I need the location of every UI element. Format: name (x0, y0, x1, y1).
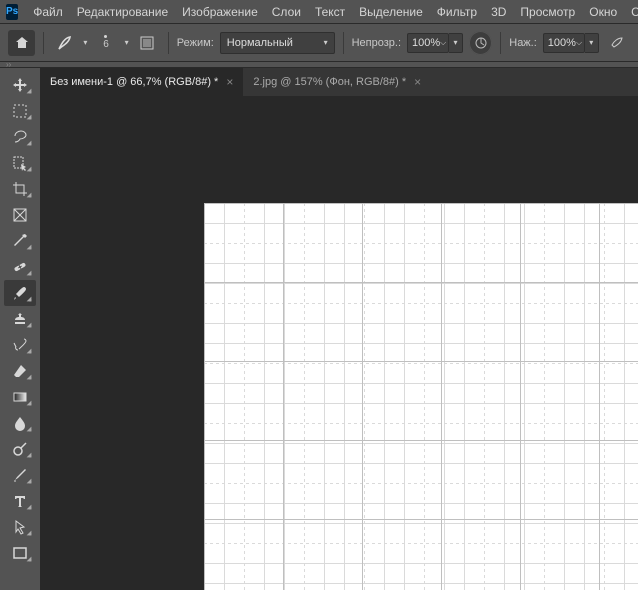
blend-mode-select[interactable]: Нормальный ▾ (220, 32, 335, 54)
tool-palette (0, 68, 40, 590)
brush-preset-picker[interactable]: 6 (93, 30, 118, 56)
grid-major (204, 203, 638, 590)
clone-stamp-tool[interactable] (4, 306, 36, 332)
pen-tool[interactable] (4, 462, 36, 488)
tab-label: 2.jpg @ 157% (Фон, RGB/8#) * (253, 76, 406, 88)
move-tool[interactable] (4, 72, 36, 98)
mode-label: Режим: (177, 37, 214, 49)
brush-size-label: 6 (103, 40, 109, 50)
menu-select[interactable]: Выделение (352, 0, 430, 24)
menu-view[interactable]: Просмотр (513, 0, 582, 24)
type-tool[interactable] (4, 488, 36, 514)
close-icon[interactable]: × (226, 75, 233, 89)
menu-3d[interactable]: 3D (484, 0, 513, 24)
flow-value: 100% (548, 37, 576, 49)
options-bar: ▾ 6 ▾ Режим: Нормальный ▾ Непрозр.: 100%… (0, 24, 638, 62)
separator (168, 32, 169, 54)
flow-input[interactable]: 100% ⌵ (543, 33, 585, 53)
document-tab-2[interactable]: 2.jpg @ 157% (Фон, RGB/8#) * × (243, 68, 431, 96)
chevron-down-icon: ⌵ (440, 38, 446, 48)
document-tab-strip: Без имени-1 @ 66,7% (RGB/8#) * × 2.jpg @… (40, 68, 638, 96)
separator (500, 32, 501, 54)
blur-tool[interactable] (4, 410, 36, 436)
menu-image[interactable]: Изображение (175, 0, 265, 24)
pressure-opacity-button[interactable] (469, 31, 492, 55)
app-badge: Ps (6, 4, 18, 20)
frame-tool[interactable] (4, 202, 36, 228)
menu-layers[interactable]: Слои (265, 0, 308, 24)
chevron-down-icon[interactable]: ▾ (83, 38, 87, 47)
menu-edit[interactable]: Редактирование (70, 0, 175, 24)
eraser-tool[interactable] (4, 358, 36, 384)
dodge-tool[interactable] (4, 436, 36, 462)
flow-label: Наж.: (509, 37, 537, 49)
separator (43, 32, 44, 54)
healing-brush-tool[interactable] (4, 254, 36, 280)
brush-tool[interactable] (4, 280, 36, 306)
home-button[interactable] (8, 30, 35, 56)
marquee-tool[interactable] (4, 98, 36, 124)
opacity-label: Непрозр.: (352, 37, 401, 49)
document-tab-1[interactable]: Без имени-1 @ 66,7% (RGB/8#) * × (40, 68, 243, 96)
menu-help[interactable]: Справ (624, 0, 638, 24)
airbrush-icon (609, 35, 625, 51)
opacity-value: 100% (412, 37, 440, 49)
brush-tool-icon[interactable] (52, 30, 77, 56)
gradient-tool[interactable] (4, 384, 36, 410)
chevron-down-icon: ⌵ (576, 38, 582, 48)
menu-text[interactable]: Текст (308, 0, 352, 24)
menu-filter[interactable]: Фильтр (430, 0, 484, 24)
opacity-slider-chevron[interactable]: ▾ (449, 33, 463, 53)
quick-select-tool[interactable] (4, 150, 36, 176)
menu-file[interactable]: Файл (26, 0, 70, 24)
pressure-icon (474, 36, 488, 50)
menu-window[interactable]: Окно (582, 0, 624, 24)
opacity-input[interactable]: 100% ⌵ (407, 33, 449, 53)
blend-mode-value: Нормальный (227, 37, 293, 49)
airbrush-button[interactable] (605, 30, 630, 56)
eyedropper-tool[interactable] (4, 228, 36, 254)
brush-dot-icon (104, 35, 107, 38)
document-canvas[interactable] (204, 203, 638, 590)
chevron-down-icon: ▾ (324, 38, 328, 47)
brush-panel-toggle[interactable] (135, 30, 160, 56)
close-icon[interactable]: × (414, 75, 421, 89)
rectangle-tool[interactable] (4, 540, 36, 566)
canvas-area[interactable] (40, 96, 638, 590)
brush-icon (56, 34, 74, 52)
separator (343, 32, 344, 54)
flow-slider-chevron[interactable]: ▾ (585, 33, 599, 53)
home-icon (14, 35, 30, 51)
crop-tool[interactable] (4, 176, 36, 202)
tab-label: Без имени-1 @ 66,7% (RGB/8#) * (50, 76, 218, 88)
menu-bar: Ps Файл Редактирование Изображение Слои … (0, 0, 638, 24)
history-brush-tool[interactable] (4, 332, 36, 358)
panel-icon (139, 35, 155, 51)
path-select-tool[interactable] (4, 514, 36, 540)
lasso-tool[interactable] (4, 124, 36, 150)
chevron-down-icon[interactable]: ▾ (125, 38, 129, 47)
